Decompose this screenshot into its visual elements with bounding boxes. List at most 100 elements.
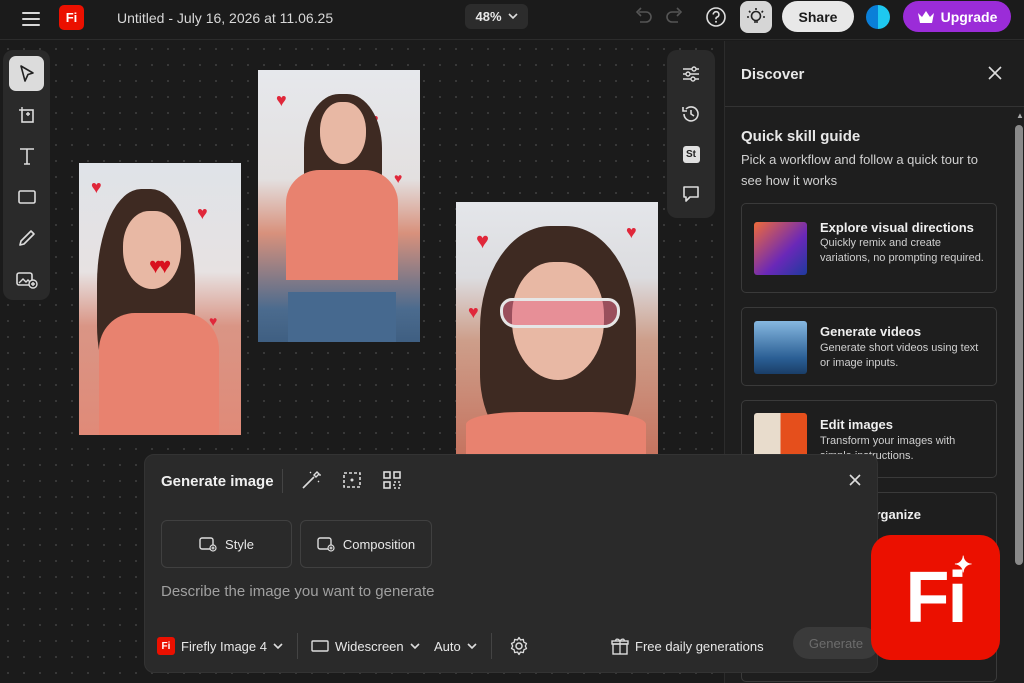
card-thumbnail — [754, 321, 807, 374]
comment-icon — [683, 186, 699, 202]
clothing — [286, 170, 398, 280]
document-title[interactable]: Untitled - July 16, 2026 at 11.06.25 — [117, 10, 333, 26]
undo-icon[interactable] — [632, 7, 654, 27]
chevron-down-icon — [273, 642, 283, 649]
left-toolbar — [3, 50, 50, 300]
close-icon[interactable] — [848, 473, 862, 487]
heart-icon: ♥ — [626, 222, 637, 242]
card-description: Generate short videos using text or imag… — [820, 342, 979, 369]
clothing — [466, 412, 646, 454]
discover-title: Discover — [741, 66, 805, 83]
composition-button[interactable]: Composition — [300, 520, 432, 568]
generate-title: Generate image — [161, 473, 274, 490]
image-plus-icon — [199, 537, 217, 552]
heart-icon: ♥ — [468, 302, 479, 322]
artboard-icon — [18, 106, 34, 123]
heart-icon: ♥ — [197, 203, 208, 223]
sunglasses — [500, 298, 620, 328]
chevron-down-icon — [410, 642, 420, 649]
style-label: Style — [225, 536, 254, 552]
heart-glasses-icon: ♥♥ — [149, 253, 171, 278]
discover-header: Discover — [725, 41, 1024, 107]
card-thumbnail — [754, 222, 807, 275]
model-dropdown[interactable]: Fi Firefly Image 4 — [157, 633, 283, 659]
scrollbar[interactable] — [1015, 125, 1023, 565]
prompt-input[interactable]: Describe the image you want to generate — [161, 583, 435, 600]
adjust-icon — [683, 66, 699, 82]
zoom-value: 48% — [475, 9, 502, 24]
scroll-up-icon[interactable]: ▲ — [1016, 111, 1024, 120]
select-tool[interactable] — [9, 56, 44, 91]
divider — [491, 633, 492, 659]
comment-button[interactable] — [673, 176, 709, 212]
heart-icon: ♥ — [276, 90, 287, 110]
help-icon[interactable] — [705, 6, 727, 28]
lightbulb-icon — [747, 8, 765, 23]
zoom-dropdown[interactable]: 48% — [465, 4, 528, 29]
heart-icon: ♥ — [91, 177, 102, 197]
pencil-icon — [18, 229, 35, 246]
jeans — [288, 292, 396, 342]
canvas-image-2[interactable]: ♥ ♥ ♥ — [258, 70, 420, 342]
auto-dropdown[interactable]: Auto — [434, 633, 477, 659]
aspect-ratio-dropdown[interactable]: Widescreen — [311, 633, 420, 659]
stock-button[interactable]: St — [673, 136, 709, 172]
pencil-tool[interactable] — [9, 220, 44, 255]
divider — [297, 633, 298, 659]
lightbulb-button[interactable] — [740, 1, 772, 33]
sparkle-icon: ✦ — [954, 552, 972, 577]
card-explore-visual-directions[interactable]: Explore visual directions Quickly remix … — [741, 203, 997, 293]
add-image-tool[interactable] — [9, 261, 44, 296]
card-title: Explore visual directions — [820, 220, 974, 235]
qr-icon[interactable] — [381, 469, 403, 491]
composition-label: Composition — [342, 536, 416, 552]
selection-icon[interactable] — [341, 469, 363, 491]
text-tool[interactable] — [9, 138, 44, 173]
card-generate-videos[interactable]: Generate videos Generate short videos us… — [741, 307, 997, 386]
history-icon — [682, 106, 699, 122]
magic-wand-icon[interactable] — [300, 469, 322, 491]
free-generations-info[interactable]: Free daily generations — [611, 633, 764, 659]
card-title: Generate videos — [820, 324, 922, 339]
heart-icon: ♥ — [394, 170, 403, 186]
chevron-down-icon — [467, 642, 477, 649]
app-logo[interactable]: Fi — [59, 5, 84, 30]
settings-button[interactable] — [509, 633, 529, 659]
canvas-image-1[interactable]: ♥ ♥ ♥ ♥♥ — [79, 163, 241, 435]
gear-icon — [510, 636, 528, 656]
artboard-tool[interactable] — [9, 97, 44, 132]
add-image-icon — [15, 271, 38, 289]
avatar[interactable] — [866, 5, 890, 29]
share-button[interactable]: Share — [782, 1, 854, 32]
history-button[interactable] — [673, 96, 709, 132]
card-description: Quickly remix and create variations, no … — [820, 237, 984, 264]
top-bar: Fi Untitled - July 16, 2026 at 11.06.25 … — [0, 0, 1024, 40]
close-icon[interactable] — [987, 65, 1003, 81]
generate-options-row: Fi Firefly Image 4 Widescreen Auto Free … — [157, 627, 879, 659]
gift-icon — [611, 638, 629, 655]
select-icon — [19, 64, 34, 82]
generate-button[interactable]: Generate — [793, 627, 879, 659]
aspect-label: Widescreen — [335, 638, 404, 654]
right-toolbar: St — [667, 50, 715, 218]
auto-label: Auto — [434, 638, 461, 654]
divider — [282, 469, 283, 493]
crown-icon — [917, 10, 934, 23]
face — [320, 102, 366, 164]
adjust-button[interactable] — [673, 56, 709, 92]
model-label: Firefly Image 4 — [181, 638, 267, 654]
shape-tool[interactable] — [9, 179, 44, 214]
menu-icon[interactable] — [22, 12, 40, 28]
style-button[interactable]: Style — [161, 520, 292, 568]
card-title: Edit images — [820, 417, 893, 432]
redo-icon[interactable] — [664, 7, 686, 27]
upgrade-label: Upgrade — [940, 8, 998, 25]
widescreen-icon — [311, 640, 329, 652]
free-generations-label: Free daily generations — [635, 638, 764, 654]
stock-icon: St — [682, 145, 700, 163]
guide-title: Quick skill guide — [741, 128, 861, 145]
canvas-image-3[interactable]: ♥ ♥ ♥ — [456, 202, 658, 454]
heart-icon: ♥ — [476, 228, 490, 253]
image-plus-icon — [317, 537, 335, 552]
upgrade-button[interactable]: Upgrade — [903, 1, 1011, 32]
